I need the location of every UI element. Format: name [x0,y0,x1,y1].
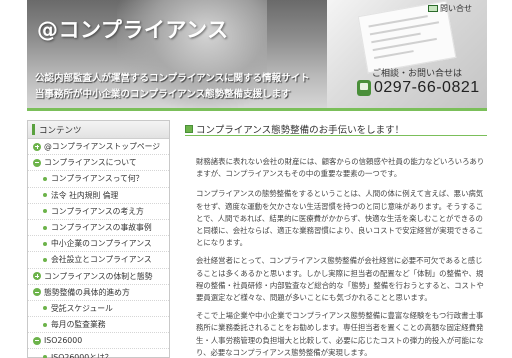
minus-circle-icon [33,158,41,167]
paragraph-2: コンプライアンスの態勢整備をするということは、人間の体に例えて言えば、悪い病気を… [196,189,484,248]
main-content: 財務諸表に表れない会社の財産には、顧客からの信頼感や社員の能力などいろいろありま… [196,156,487,358]
paragraph-1: 財務諸表に表れない会社の財産には、顧客からの信頼感や社員の能力などいろいろありま… [196,157,485,179]
sidebar-item[interactable]: コンプライアンスの体制と態勢 [28,269,169,285]
sidebar-item-label: 法令 社内規則 倫理 [51,190,119,200]
sidebar-item[interactable]: ISO26000 [28,333,169,350]
bullet-icon [43,257,47,262]
bullet-icon [43,306,47,311]
sidebar-item[interactable]: 態勢整備の具体的進め方 [28,285,169,301]
plus-circle-icon [33,272,41,281]
sidebar-item-label: コンプライアンスについて [44,158,137,168]
sidebar-item[interactable]: ISO26000とは？ [28,349,169,358]
sidebar-item[interactable]: コンプライアンスについて [28,155,169,172]
sidebar-item[interactable]: コンプライアンスの考え方 [28,204,169,220]
bullet-icon [43,209,47,214]
sidebar-item[interactable]: コンプライアンスって何？ [28,171,169,188]
mail-icon [428,5,438,12]
sidebar-item[interactable]: コンプライアンスの事故事例 [28,220,169,237]
sidebar-heading-label: コンテンツ [39,125,82,136]
sidebar-item[interactable]: @コンプライアンストップページ [28,139,169,156]
sidebar-item-label: コンプライアンスの事故事例 [51,223,152,233]
sidebar-item-label: @コンプライアンストップページ [44,142,161,152]
sidebar-list: @コンプライアンストップページ コンプライアンスについてコンプライアンスって何？ 法… [28,139,169,358]
bullet-icon [43,176,47,181]
phone-number: 0297-66-0821 [374,79,480,96]
sidebar-item-label: コンプライアンスの体制と態勢 [44,271,153,281]
sidebar-item-label: 態勢整備の具体的進め方 [44,287,130,297]
main-heading: コンプライアンス態勢整備のお手伝いをします！ [185,122,487,136]
page-title: コンプライアンス態勢整備のお手伝いをします！ [196,124,405,136]
sidebar-item-label: 受託スケジュール [51,303,113,313]
contact-link[interactable]: 問い合せ [428,3,472,14]
sidebar-item[interactable]: 中小企業のコンプライアンス [28,236,169,253]
heading-bar-icon [32,124,35,135]
bullet-icon [43,322,47,327]
phone-contact: 0297-66-0821 [357,79,480,97]
sidebar-item-label: 中小企業のコンプライアンス [51,239,152,249]
sidebar-item-label: 毎月の監査業務 [51,320,106,330]
heading-square-icon [185,124,193,133]
sidebar-item[interactable]: 法令 社内規則 倫理 [28,188,169,204]
sidebar-item[interactable]: 受託スケジュール [28,301,169,318]
bullet-icon [43,241,47,246]
sidebar-heading: コンテンツ [28,121,169,139]
paragraph-3: 会社経営者にとって、コンプライアンス態勢整備が会社経営に必要不可欠であると感じる… [196,256,484,303]
sidebar-item-label: コンプライアンスって何？ [51,174,144,184]
contact-label: ご相談・お問い合せは [372,69,463,79]
sidebar-item-label: ISO26000とは？ [51,352,113,358]
paragraph-4: そこで上場企業や中小企業でコンプライアンス態勢整備に豊富な経験をもつ行政書士事務… [196,311,484,357]
sidebar-nav: コンテンツ @コンプライアンストップページ コンプライアンスについてコンプライアン… [27,120,170,358]
sidebar-item-label: ISO26000 [44,336,83,346]
sidebar-item[interactable]: 会社設立とコンプライアンス [28,252,169,269]
header-tagline-2: 当事務所が中小企業のコンプライアンス態勢整備支援します [35,89,291,100]
bullet-icon [43,225,47,230]
sidebar-item-label: 会社設立とコンプライアンス [51,255,152,265]
contact-link-label: 問い合せ [440,4,472,13]
header-tagline-1: 公認内部監査人が運営するコンプライアンスに関する情報サイト [35,73,310,84]
sidebar-item[interactable]: 毎月の監査業務 [28,317,169,334]
sidebar-item-label: コンプライアンスの考え方 [51,206,144,216]
header-divider-stripe [27,108,487,111]
plus-circle-icon [33,142,41,151]
site-title[interactable]: @コンプライアンス [37,14,229,44]
minus-circle-icon [33,288,41,297]
bullet-icon [43,193,47,198]
minus-circle-icon [33,336,41,345]
phone-icon [357,80,371,96]
